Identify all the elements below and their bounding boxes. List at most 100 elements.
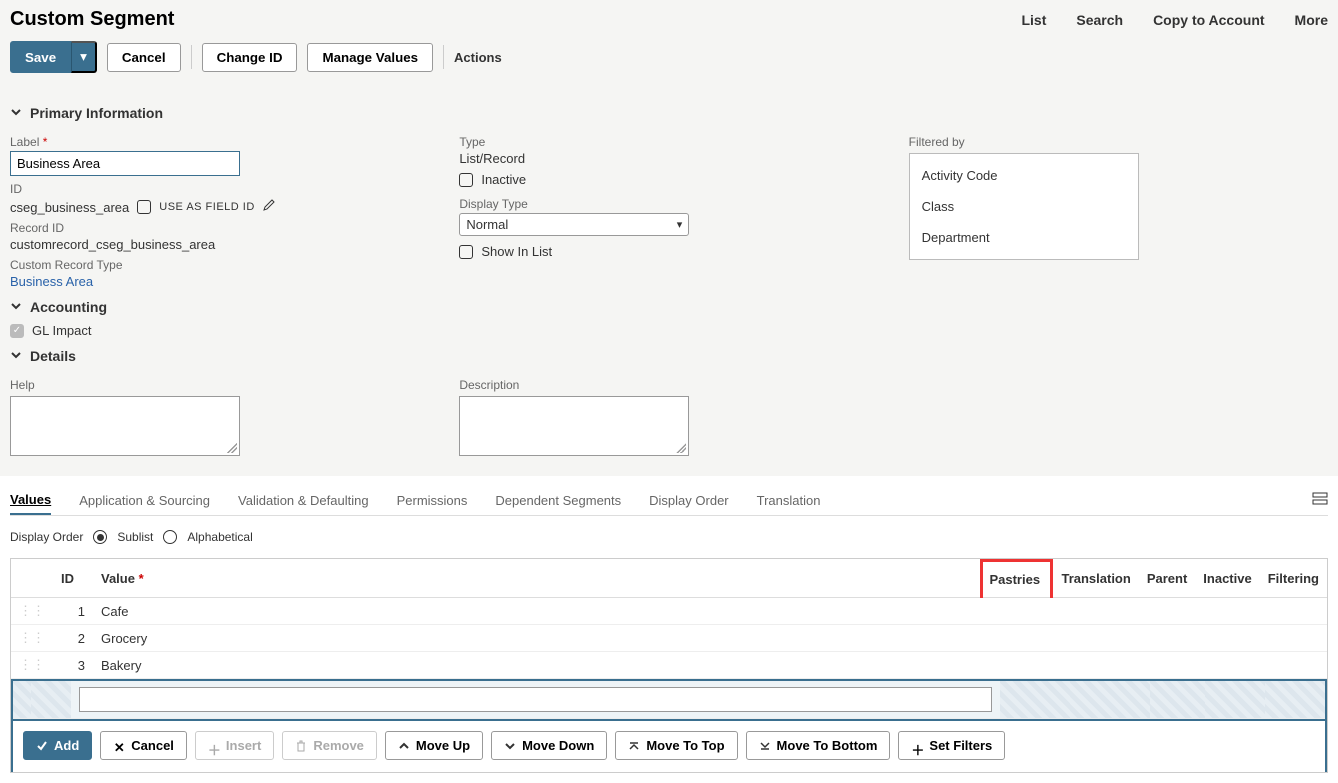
- gl-impact-label: GL Impact: [32, 323, 91, 338]
- move-down-button[interactable]: Move Down: [491, 731, 607, 760]
- display-order-label: Display Order: [10, 530, 83, 544]
- tab-application-sourcing[interactable]: Application & Sourcing: [79, 487, 210, 514]
- inactive-checkbox[interactable]: [459, 173, 473, 187]
- table-row[interactable]: ⋮⋮ 2 Grocery: [11, 625, 1327, 652]
- chevron-down-icon: [10, 105, 22, 121]
- filtered-item-department[interactable]: Department: [910, 222, 1138, 253]
- move-to-top-button[interactable]: Move To Top: [615, 731, 737, 760]
- id-field-label: ID: [10, 182, 429, 196]
- top-link-copy[interactable]: Copy to Account: [1153, 12, 1264, 28]
- top-link-search[interactable]: Search: [1076, 12, 1123, 28]
- cell-id: 2: [53, 625, 93, 652]
- divider: [191, 45, 192, 69]
- display-type-select[interactable]: Normal: [459, 213, 689, 236]
- col-pastries[interactable]: Pastries: [982, 561, 1052, 598]
- tab-dependent-segments[interactable]: Dependent Segments: [495, 487, 621, 514]
- help-textarea[interactable]: [10, 396, 240, 456]
- filtered-by-listbox[interactable]: Activity Code Class Department: [909, 153, 1139, 260]
- save-dropdown-button[interactable]: ▾: [71, 41, 97, 73]
- cell-id: 3: [53, 652, 93, 679]
- display-order-sublist-label: Sublist: [117, 530, 153, 544]
- tab-permissions[interactable]: Permissions: [397, 487, 468, 514]
- add-button[interactable]: Add: [23, 731, 92, 760]
- gl-impact-checkbox[interactable]: [10, 324, 24, 338]
- values-table: ID Value Pastries Translation Parent Ina…: [11, 559, 1327, 679]
- edit-id-icon[interactable]: [263, 199, 275, 214]
- tab-validation-defaulting[interactable]: Validation & Defaulting: [238, 487, 369, 514]
- custom-record-type-link[interactable]: Business Area: [10, 274, 429, 289]
- move-to-bottom-button[interactable]: Move To Bottom: [746, 731, 891, 760]
- cell-value[interactable]: Grocery: [93, 625, 982, 652]
- col-translation: Translation: [1052, 561, 1139, 598]
- top-link-more[interactable]: More: [1295, 12, 1328, 28]
- cell-value[interactable]: Bakery: [93, 652, 982, 679]
- table-edit-row[interactable]: [13, 681, 1325, 719]
- tab-display-order[interactable]: Display Order: [649, 487, 728, 514]
- table-row[interactable]: ⋮⋮ 1 Cafe: [11, 598, 1327, 625]
- table-row[interactable]: ⋮⋮ 3 Bakery: [11, 652, 1327, 679]
- sublist-cancel-button[interactable]: ✕Cancel: [100, 731, 187, 760]
- tab-translation[interactable]: Translation: [757, 487, 821, 514]
- col-inactive: Inactive: [1195, 561, 1259, 598]
- description-textarea[interactable]: [459, 396, 689, 456]
- drag-handle-icon[interactable]: ⋮⋮: [11, 625, 53, 652]
- label-input[interactable]: [10, 151, 240, 176]
- section-title: Details: [30, 348, 76, 364]
- use-as-field-id-label: USE AS FIELD ID: [159, 201, 255, 213]
- display-order-alphabetical-label: Alphabetical: [187, 530, 252, 544]
- help-label: Help: [10, 378, 429, 392]
- show-in-list-checkbox[interactable]: [459, 245, 473, 259]
- drag-handle-icon[interactable]: ⋮⋮: [11, 652, 53, 679]
- filtered-by-label: Filtered by: [909, 135, 1328, 149]
- custom-record-type-label: Custom Record Type: [10, 258, 429, 272]
- change-id-button[interactable]: Change ID: [202, 43, 298, 72]
- display-order-alphabetical-radio[interactable]: [163, 530, 177, 544]
- actions-menu[interactable]: Actions: [454, 50, 502, 65]
- cell-value[interactable]: Cafe: [93, 598, 982, 625]
- layout-toggle-icon[interactable]: [1312, 491, 1328, 510]
- page-title: Custom Segment: [10, 8, 174, 31]
- chevron-down-icon: [10, 299, 22, 315]
- id-value: cseg_business_area: [10, 200, 129, 215]
- type-value: List/Record: [459, 151, 878, 166]
- top-links: List Search Copy to Account More: [1021, 12, 1328, 28]
- record-id-value: customrecord_cseg_business_area: [10, 237, 429, 252]
- top-link-list[interactable]: List: [1021, 12, 1046, 28]
- divider: [443, 45, 444, 69]
- section-details[interactable]: Details: [10, 348, 1328, 364]
- insert-button: ＋Insert: [195, 731, 274, 760]
- chevron-down-icon: [10, 348, 22, 364]
- section-accounting[interactable]: Accounting: [10, 299, 1328, 315]
- tabs-bar: Values Application & Sourcing Validation…: [10, 486, 1328, 516]
- col-filtering: Filtering: [1260, 561, 1327, 598]
- display-order-sublist-radio[interactable]: [93, 530, 107, 544]
- use-as-field-id-checkbox[interactable]: [137, 200, 151, 214]
- description-label: Description: [459, 378, 878, 392]
- section-title: Primary Information: [30, 105, 163, 121]
- manage-values-button[interactable]: Manage Values: [307, 43, 433, 72]
- set-filters-button[interactable]: ＋Set Filters: [898, 731, 1005, 760]
- filtered-item-class[interactable]: Class: [910, 191, 1138, 222]
- col-value: Value: [93, 561, 982, 598]
- tab-values[interactable]: Values: [10, 486, 51, 515]
- type-label: Type: [459, 135, 878, 149]
- display-type-label: Display Type: [459, 197, 878, 211]
- label-field-label: Label: [10, 135, 429, 149]
- col-id: ID: [53, 561, 93, 598]
- save-button[interactable]: Save: [10, 41, 71, 73]
- filtered-item-activity-code[interactable]: Activity Code: [910, 160, 1138, 191]
- display-type-value: Normal: [466, 217, 508, 232]
- show-in-list-label: Show In List: [481, 244, 552, 259]
- cell-id: 1: [53, 598, 93, 625]
- section-title: Accounting: [30, 299, 107, 315]
- drag-handle-icon[interactable]: ⋮⋮: [11, 598, 53, 625]
- section-primary-information[interactable]: Primary Information: [10, 105, 1328, 121]
- col-parent: Parent: [1139, 561, 1195, 598]
- record-id-label: Record ID: [10, 221, 429, 235]
- cancel-button[interactable]: Cancel: [107, 43, 181, 72]
- new-value-input[interactable]: [79, 687, 992, 712]
- inactive-label: Inactive: [481, 172, 526, 187]
- move-up-button[interactable]: Move Up: [385, 731, 483, 760]
- toolbar: Save ▾ Cancel Change ID Manage Values Ac…: [10, 41, 1328, 73]
- remove-button: Remove: [282, 731, 377, 760]
